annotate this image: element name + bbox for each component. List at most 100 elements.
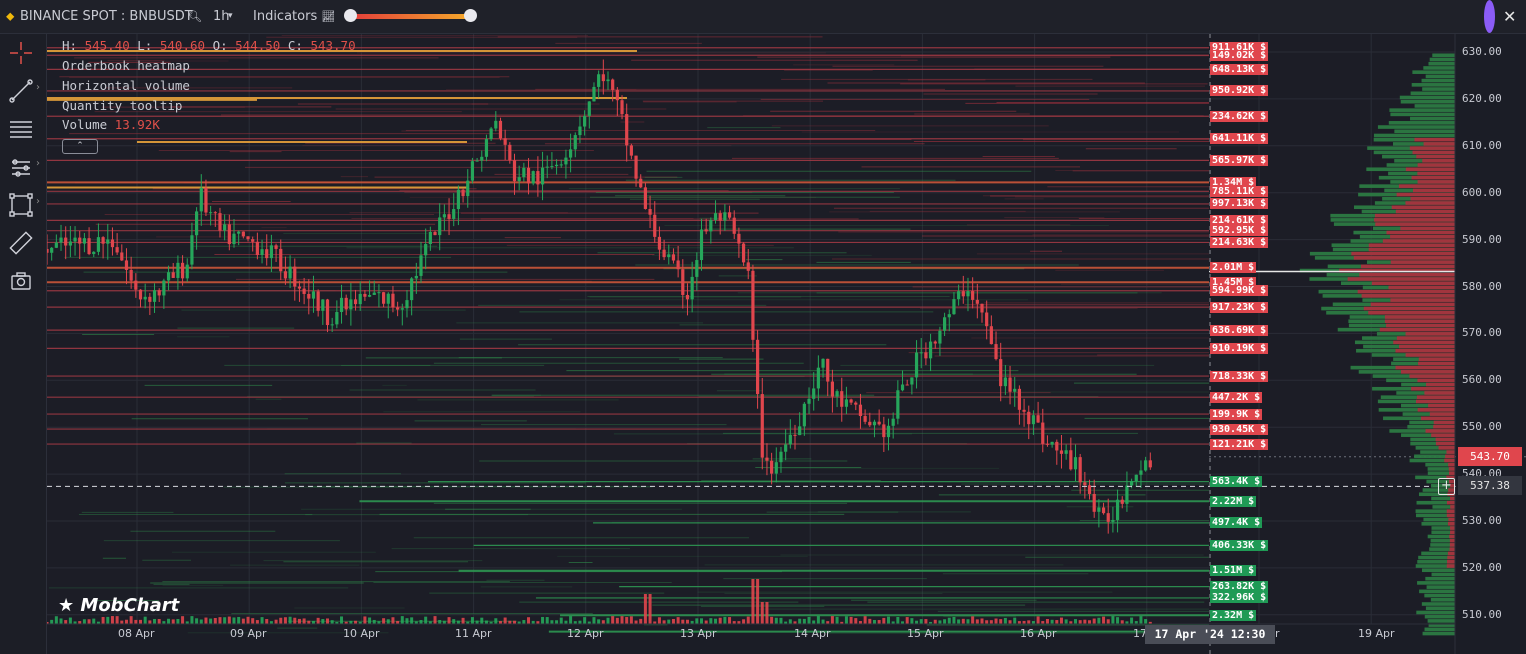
legend-horizontal-volume[interactable]: Horizontal volume	[62, 78, 190, 93]
volume-profile-bid	[1412, 70, 1455, 74]
volume-bar	[714, 618, 718, 624]
chevron-right-icon[interactable]: ›	[36, 196, 40, 207]
volume-bar	[1078, 620, 1082, 624]
candle-body	[1022, 409, 1026, 412]
quantity-label: 406.33K $	[1210, 539, 1269, 551]
candle-body	[288, 266, 292, 279]
time-tick-label: 14 Apr	[794, 627, 831, 640]
candle-body	[124, 260, 129, 270]
close-icon[interactable]: ✕	[1503, 0, 1516, 33]
candle-body	[190, 235, 194, 265]
low-label: L:	[137, 38, 153, 53]
candle-body	[209, 212, 213, 214]
price-chart[interactable]	[47, 34, 1526, 654]
volume-profile-ask	[1395, 209, 1455, 214]
chart-area[interactable]	[47, 34, 1526, 654]
volume-profile-ask	[1400, 226, 1455, 231]
volume-profile-ask	[1417, 163, 1455, 167]
volume-bar	[209, 618, 213, 624]
volume-profile-ask	[1428, 403, 1455, 408]
high-label: H:	[62, 38, 78, 53]
volume-bar	[1083, 619, 1087, 624]
volume-bar	[854, 618, 858, 624]
volume-bar	[213, 618, 217, 624]
fibonacci-tool[interactable]	[0, 110, 46, 144]
ruler-tool[interactable]	[0, 224, 46, 258]
volume-bar	[115, 616, 119, 624]
volume-bar	[124, 619, 128, 624]
volume-profile-ask	[1405, 353, 1455, 357]
volume-profile-ask	[1446, 564, 1455, 568]
trend-line-tool[interactable]: ›	[0, 72, 46, 106]
open-value: 544.50	[235, 38, 281, 53]
quantity-label: 149.02K $	[1210, 49, 1269, 61]
symbol-selector[interactable]: BINANCE SPOT : BNBUSDT	[20, 0, 193, 33]
candle-body	[554, 164, 559, 167]
candle-body	[793, 434, 797, 436]
volume-profile-bid	[1414, 104, 1455, 108]
volume-bar	[139, 619, 142, 624]
add-alert-plus-icon[interactable]: +	[1438, 478, 1455, 495]
volume-bar	[1059, 617, 1063, 624]
volume-bar	[503, 617, 507, 624]
candle-body	[382, 292, 386, 304]
chevron-down-icon[interactable]: ▾	[228, 0, 233, 33]
candle-body	[442, 214, 446, 218]
candle-body	[410, 278, 414, 301]
legend-volume[interactable]: Volume 13.92K	[62, 117, 160, 132]
shapes-tool[interactable]: ›	[0, 186, 46, 220]
legend-quantity-tooltip[interactable]: Quantity tooltip	[62, 98, 182, 113]
volume-bar	[419, 620, 423, 624]
screenshot-tool[interactable]	[0, 262, 46, 296]
indicators-label: Indicators	[253, 9, 318, 24]
candle-body	[508, 144, 512, 161]
candle-body	[718, 213, 722, 221]
volume-profile-bid	[1421, 602, 1455, 606]
collapse-legend-button[interactable]: ⌃	[62, 139, 98, 154]
volume-bar	[999, 619, 1003, 624]
close-value: 543.70	[310, 38, 356, 53]
heatmap-intensity-slider[interactable]	[344, 9, 477, 22]
candle-body	[760, 394, 764, 458]
candle-body	[671, 254, 676, 261]
quantity-label: 565.97K $	[1210, 154, 1269, 166]
quantity-label: 2.01M $	[1210, 262, 1257, 274]
candle-body	[223, 224, 227, 231]
volume-profile-ask	[1431, 433, 1455, 437]
candle-body	[110, 239, 115, 248]
quantity-label: 594.99K $	[1210, 285, 1269, 297]
volume-bar	[54, 616, 58, 624]
volume-bar	[798, 618, 802, 624]
volume-profile-ask	[1398, 184, 1455, 188]
volume-bar	[957, 619, 961, 624]
candle-body	[662, 249, 666, 258]
indicators-button[interactable]: Indicators 📈︎	[253, 0, 335, 33]
status-dot[interactable]	[1484, 0, 1495, 33]
chevron-right-icon[interactable]: ›	[36, 82, 40, 93]
slider-handle-min[interactable]	[344, 9, 357, 22]
slider-handle-max[interactable]	[464, 9, 477, 22]
candle-body	[751, 270, 755, 340]
crosshair-tool[interactable]	[0, 34, 46, 68]
chevron-right-icon[interactable]: ›	[36, 158, 40, 169]
volume-profile-bid	[1394, 129, 1455, 134]
volume-bar	[50, 619, 54, 624]
volume-bar	[452, 619, 456, 624]
volume-bar	[527, 617, 531, 624]
pattern-tool[interactable]: ›	[0, 148, 46, 182]
legend-orderbook-heatmap[interactable]: Orderbook heatmap	[62, 58, 190, 73]
volume-profile-ask	[1388, 285, 1455, 290]
candle-body	[227, 224, 231, 245]
candle-body	[1064, 450, 1068, 454]
volume-bar	[302, 618, 306, 624]
candle-body	[59, 237, 63, 243]
candle-body	[307, 293, 311, 299]
volume-profile-bid	[1389, 108, 1455, 112]
volume-profile-ask	[1391, 205, 1455, 210]
logo-text: MobChart	[80, 595, 180, 616]
ruler-icon	[9, 231, 33, 255]
volume-profile-bid	[1429, 57, 1455, 62]
search-icon[interactable]: 🔍︎	[188, 0, 202, 33]
volume-profile-ask	[1446, 513, 1455, 518]
candle-body	[667, 254, 671, 258]
